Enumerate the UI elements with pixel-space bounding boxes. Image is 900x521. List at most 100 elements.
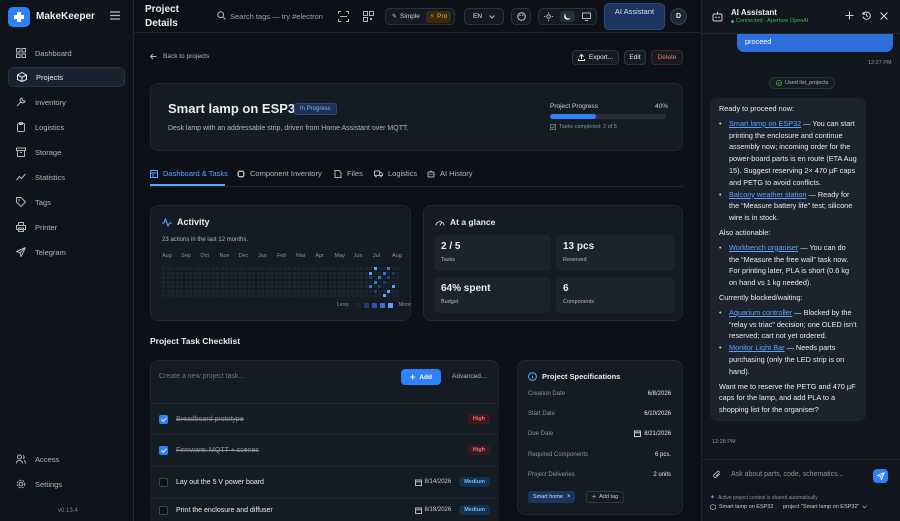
task-checkbox[interactable] (159, 414, 168, 424)
heatmap-cell (351, 271, 355, 275)
sidebar-item-statistics[interactable]: Statistics (8, 167, 125, 187)
tab-ai-history[interactable]: AI History (427, 169, 473, 178)
sun-icon[interactable] (544, 12, 554, 21)
sidebar-item-access[interactable]: Access (8, 449, 125, 469)
sidebar-item-printer[interactable]: Printer (8, 217, 125, 237)
heatmap-cell (184, 280, 188, 284)
mode-pro-button[interactable]: ⚡ Pro (425, 10, 452, 23)
table-row[interactable]: Firmware: MQTT + scenes High (150, 434, 499, 465)
calendar-icon (414, 479, 422, 486)
heatmap-cell (220, 267, 224, 271)
heatmap-cell (283, 271, 287, 275)
heatmap-cell (252, 294, 256, 298)
specs-title: Project Specifications (542, 372, 621, 381)
task-checkbox[interactable] (159, 445, 168, 455)
add-tag-button[interactable]: + Add tag (586, 491, 625, 503)
project-link[interactable]: Workbench organiser (729, 243, 798, 252)
palette-button[interactable] (511, 8, 531, 25)
heatmap-cell (198, 285, 202, 289)
priority-badge: Medium (459, 505, 490, 515)
history-icon[interactable] (862, 11, 871, 20)
tab-dashboard-tasks[interactable]: Dashboard & Tasks (150, 169, 228, 178)
edit-button[interactable]: Edit (624, 50, 646, 65)
table-row[interactable]: Print the enclosure and diffuser 8/18/20… (150, 498, 499, 521)
advanced-link[interactable]: Advanced... (452, 373, 486, 380)
language-select[interactable]: EN (464, 8, 504, 25)
heatmap-cell (288, 294, 292, 298)
mode-simple-button[interactable]: ✎ Simple (388, 11, 424, 23)
heatmap-cell (369, 294, 373, 298)
sidebar-item-inventory[interactable]: Inventory (8, 92, 125, 112)
heatmap-cell (216, 289, 220, 293)
delete-button[interactable]: Delete (651, 50, 683, 65)
heatmap-cell (189, 285, 193, 289)
brand-name: MakeKeeper (36, 11, 95, 22)
sidebar-item-storage[interactable]: Storage (8, 142, 125, 162)
project-link[interactable]: Smart lamp on ESP32 (729, 119, 801, 128)
project-link[interactable]: Monitor Light Bar (729, 343, 785, 352)
close-icon[interactable]: × (567, 494, 571, 500)
heatmap-cell (351, 294, 355, 298)
heatmap-cell (189, 267, 193, 271)
moon-icon[interactable] (559, 11, 575, 22)
add-label: Add (419, 373, 432, 381)
close-icon[interactable] (880, 12, 888, 20)
qr-icon[interactable] (363, 11, 374, 22)
heatmap-cell (207, 280, 211, 284)
avatar[interactable]: D (670, 8, 687, 25)
heatmap-cell (234, 280, 238, 284)
list-item: Workbench organiser — You can do the “Me… (719, 242, 857, 289)
tab-logistics[interactable]: Logistics (374, 169, 417, 178)
heatmap-cell (360, 271, 364, 275)
sidebar-item-dashboard[interactable]: Dashboard (8, 43, 125, 63)
new-chat-icon[interactable] (845, 11, 854, 20)
heatmap-cell (265, 267, 269, 271)
send-button[interactable] (873, 469, 888, 483)
project-link[interactable]: Balcony weather station (729, 190, 806, 199)
heatmap-cell (180, 294, 184, 298)
heatmap-cell (315, 280, 319, 284)
tasks-completed-text: Tasks completed: 2 of 5 (559, 124, 617, 130)
heatmap-cell (171, 267, 175, 271)
table-row[interactable]: Breadboard prototype High (150, 403, 499, 434)
back-link[interactable]: Back to projects (150, 53, 209, 60)
heatmap-cell (324, 271, 328, 275)
sidebar-item-tags[interactable]: Tags (8, 192, 125, 212)
table-row[interactable]: Lay out the 5 V power board 8/14/2026 Me… (150, 466, 499, 497)
heatmap-cell (225, 267, 229, 271)
task-checkbox[interactable] (159, 477, 168, 487)
menu-toggle-icon[interactable] (110, 11, 120, 20)
heatmap-cell (225, 289, 229, 293)
page-title: Project Details (145, 4, 179, 29)
heatmap-cell (342, 271, 346, 275)
monitor-icon[interactable] (581, 12, 591, 21)
due-date-field[interactable]: 8/21/2026 (634, 430, 671, 437)
checklist-title: Project Task Checklist (150, 336, 241, 346)
heatmap-cell (216, 294, 220, 298)
heatmap-cell (247, 289, 251, 293)
scan-icon[interactable] (338, 11, 349, 22)
search-input[interactable]: Search tags — try #electron (230, 12, 323, 21)
tab-files[interactable]: Files (334, 169, 363, 178)
heatmap-cell (198, 271, 202, 275)
heatmap-cell (391, 294, 395, 298)
mode-switch: ✎ Simple ⚡ Pro (385, 8, 455, 25)
search-icon (217, 11, 226, 20)
sidebar-item-telegram[interactable]: Telegram (8, 242, 125, 262)
tab-component-inventory[interactable]: Component Inventory (237, 169, 322, 178)
heatmap-cell (256, 294, 260, 298)
sidebar-item-projects[interactable]: Projects (8, 67, 125, 87)
tabs-divider (150, 186, 683, 187)
heatmap-cell (162, 280, 166, 284)
context-chip[interactable]: project "Smart lamp on ESP32" (783, 504, 868, 510)
new-task-input[interactable]: Create a new project task... (159, 373, 244, 380)
sidebar-item-logistics[interactable]: Logistics (8, 117, 125, 137)
project-link[interactable]: Aquarium controller (729, 308, 792, 317)
export-button[interactable]: Export... (572, 50, 619, 65)
add-task-button[interactable]: + Add (401, 369, 441, 385)
chat-input[interactable]: Ask about parts, code, schematics... (731, 471, 843, 478)
attach-icon[interactable] (713, 470, 721, 479)
sidebar-item-settings[interactable]: Settings (8, 474, 125, 494)
task-checkbox[interactable] (159, 505, 168, 515)
ai-assistant-button[interactable]: AI Assistant (604, 3, 665, 30)
